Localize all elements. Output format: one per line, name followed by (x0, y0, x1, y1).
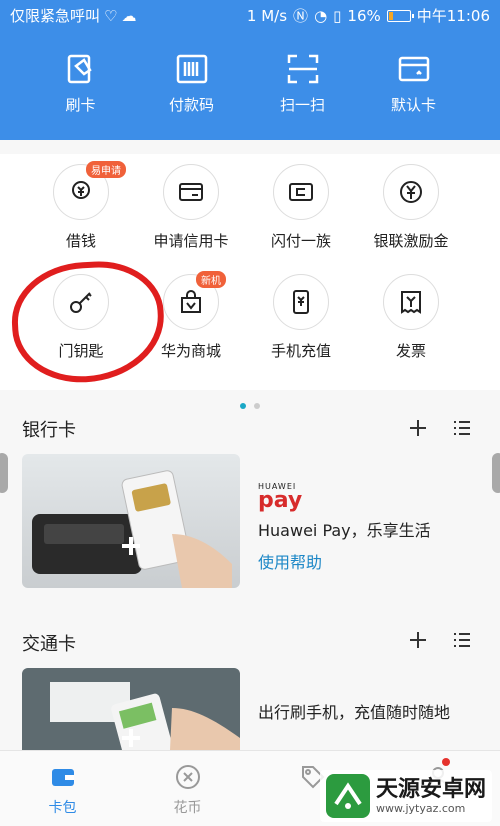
transit-card-title: 出行刷手机，充值随时随地 (258, 703, 451, 722)
transit-card-section-title: 交通卡 (22, 634, 76, 655)
tab-label: 卡包 (48, 800, 77, 816)
site-watermark: 天源安卓网 www.jytyaz.com (319, 770, 492, 822)
invoice-icon (401, 291, 421, 314)
wallet-icon (51, 769, 74, 786)
card-swipe-icon (67, 54, 92, 84)
service-borrow[interactable]: 易申请 借钱 (26, 161, 136, 251)
quick-action-scan[interactable]: 扫一扫 (247, 52, 358, 115)
cloud-icon: ☁ (121, 6, 137, 25)
phone-recharge-icon (293, 290, 309, 314)
app-header: 仅限紧急呼叫 ♡ ☁ 1 M/s Ⓝ ◔ ▯ 16% 中午11:06 刷卡 付款… (0, 0, 500, 140)
right-edge-handle (492, 453, 500, 493)
transit-card-image[interactable] (22, 668, 240, 750)
service-label: 借钱 (65, 232, 96, 250)
service-incentive[interactable]: 银联激励金 (356, 164, 466, 251)
watermark-url: www.jytyaz.com (375, 801, 466, 815)
service-quickpass[interactable]: 闪付一族 (246, 164, 356, 251)
barcode-icon (176, 54, 207, 84)
service-credit-card[interactable]: 申请信用卡 (136, 164, 246, 251)
clock: 中午11:06 (416, 7, 490, 25)
credit-card-icon (179, 183, 203, 201)
battery-percent: 16% (347, 6, 381, 25)
coin-flower-icon (175, 765, 200, 789)
quick-action-label: 扫一扫 (279, 96, 325, 114)
watermark-logo-icon (325, 774, 370, 818)
transit-card-list-icon[interactable] (452, 630, 472, 650)
quick-action-default-card[interactable]: 默认卡 (358, 52, 469, 115)
add-transit-card-icon[interactable] (408, 630, 428, 650)
add-bank-card-icon[interactable] (408, 418, 428, 438)
battery-icon (386, 9, 414, 22)
huawei-pay-info: HUAWEI pay Huawei Pay，乐享生活 使用帮助 (258, 482, 431, 573)
service-label: 申请信用卡 (153, 232, 229, 250)
status-bar: 仅限紧急呼叫 ♡ ☁ 1 M/s Ⓝ ◔ ▯ 16% 中午11:06 (0, 0, 500, 28)
quickpass-icon (289, 183, 313, 201)
transit-gate-image (22, 668, 240, 750)
tab-card-wallet[interactable]: 卡包 (0, 751, 125, 826)
service-label: 闪付一族 (270, 232, 331, 250)
quick-action-paycode[interactable]: 付款码 (136, 52, 247, 115)
service-huawei-store[interactable]: 新机 华为商城 (136, 271, 246, 361)
heart-icon: ♡ (104, 6, 118, 25)
quick-action-label: 付款码 (168, 96, 214, 114)
service-label: 银联激励金 (373, 232, 449, 250)
borrow-money-icon (72, 181, 90, 199)
service-invoice[interactable]: 发票 (356, 274, 466, 361)
page-indicator (0, 394, 500, 413)
service-badge: 易申请 (86, 161, 126, 178)
service-badge: 新机 (196, 271, 226, 288)
main-content: 易申请 借钱 申请信用卡 闪付一族 银联激励金 门钥匙 新机 华为商城 手机充值 (0, 140, 500, 750)
tab-label: 花币 (173, 800, 202, 816)
huawei-pay-card-image[interactable] (22, 454, 240, 588)
huawei-pay-logo: pay (258, 488, 303, 513)
quick-action-label: 默认卡 (390, 96, 436, 114)
service-label: 门钥匙 (58, 342, 104, 360)
bank-card-section-title: 银行卡 (22, 420, 76, 441)
bank-card-list-icon[interactable] (452, 418, 472, 438)
key-icon (70, 292, 92, 313)
quick-action-swipe[interactable]: 刷卡 (25, 52, 136, 115)
yen-coin-icon (400, 181, 422, 203)
services-grid: 易申请 借钱 申请信用卡 闪付一族 银联激励金 门钥匙 新机 华为商城 手机充值 (0, 154, 500, 409)
quick-actions: 刷卡 付款码 扫一扫 默认卡 (0, 52, 500, 115)
notification-dot (442, 758, 450, 766)
watermark-text: 天源安卓网 (375, 776, 486, 802)
network-speed: 1 M/s (246, 6, 288, 25)
carrier-text: 仅限紧急呼叫 (10, 7, 101, 25)
tab-huabi[interactable]: 花币 (125, 751, 250, 826)
service-label: 发票 (395, 342, 426, 360)
huawei-pay-title: Huawei Pay，乐享生活 (258, 521, 431, 540)
default-card-icon (398, 56, 429, 82)
scan-icon (287, 54, 318, 84)
nfc-icon: Ⓝ (293, 7, 309, 25)
left-edge-handle (0, 453, 8, 493)
help-link[interactable]: 使用帮助 (258, 549, 431, 573)
shopping-bag-icon (181, 290, 201, 313)
sim-icon: ▯ (333, 6, 342, 25)
wifi-icon: ◔ (314, 6, 328, 25)
page-dot-active (240, 403, 246, 409)
service-label: 华为商城 (160, 342, 221, 360)
pos-terminal-image (32, 470, 232, 588)
service-phone-recharge[interactable]: 手机充值 (246, 274, 356, 361)
page-dot (254, 403, 260, 409)
service-door-key[interactable]: 门钥匙 (26, 274, 136, 361)
quick-action-label: 刷卡 (65, 96, 96, 114)
service-label: 手机充值 (270, 342, 331, 360)
